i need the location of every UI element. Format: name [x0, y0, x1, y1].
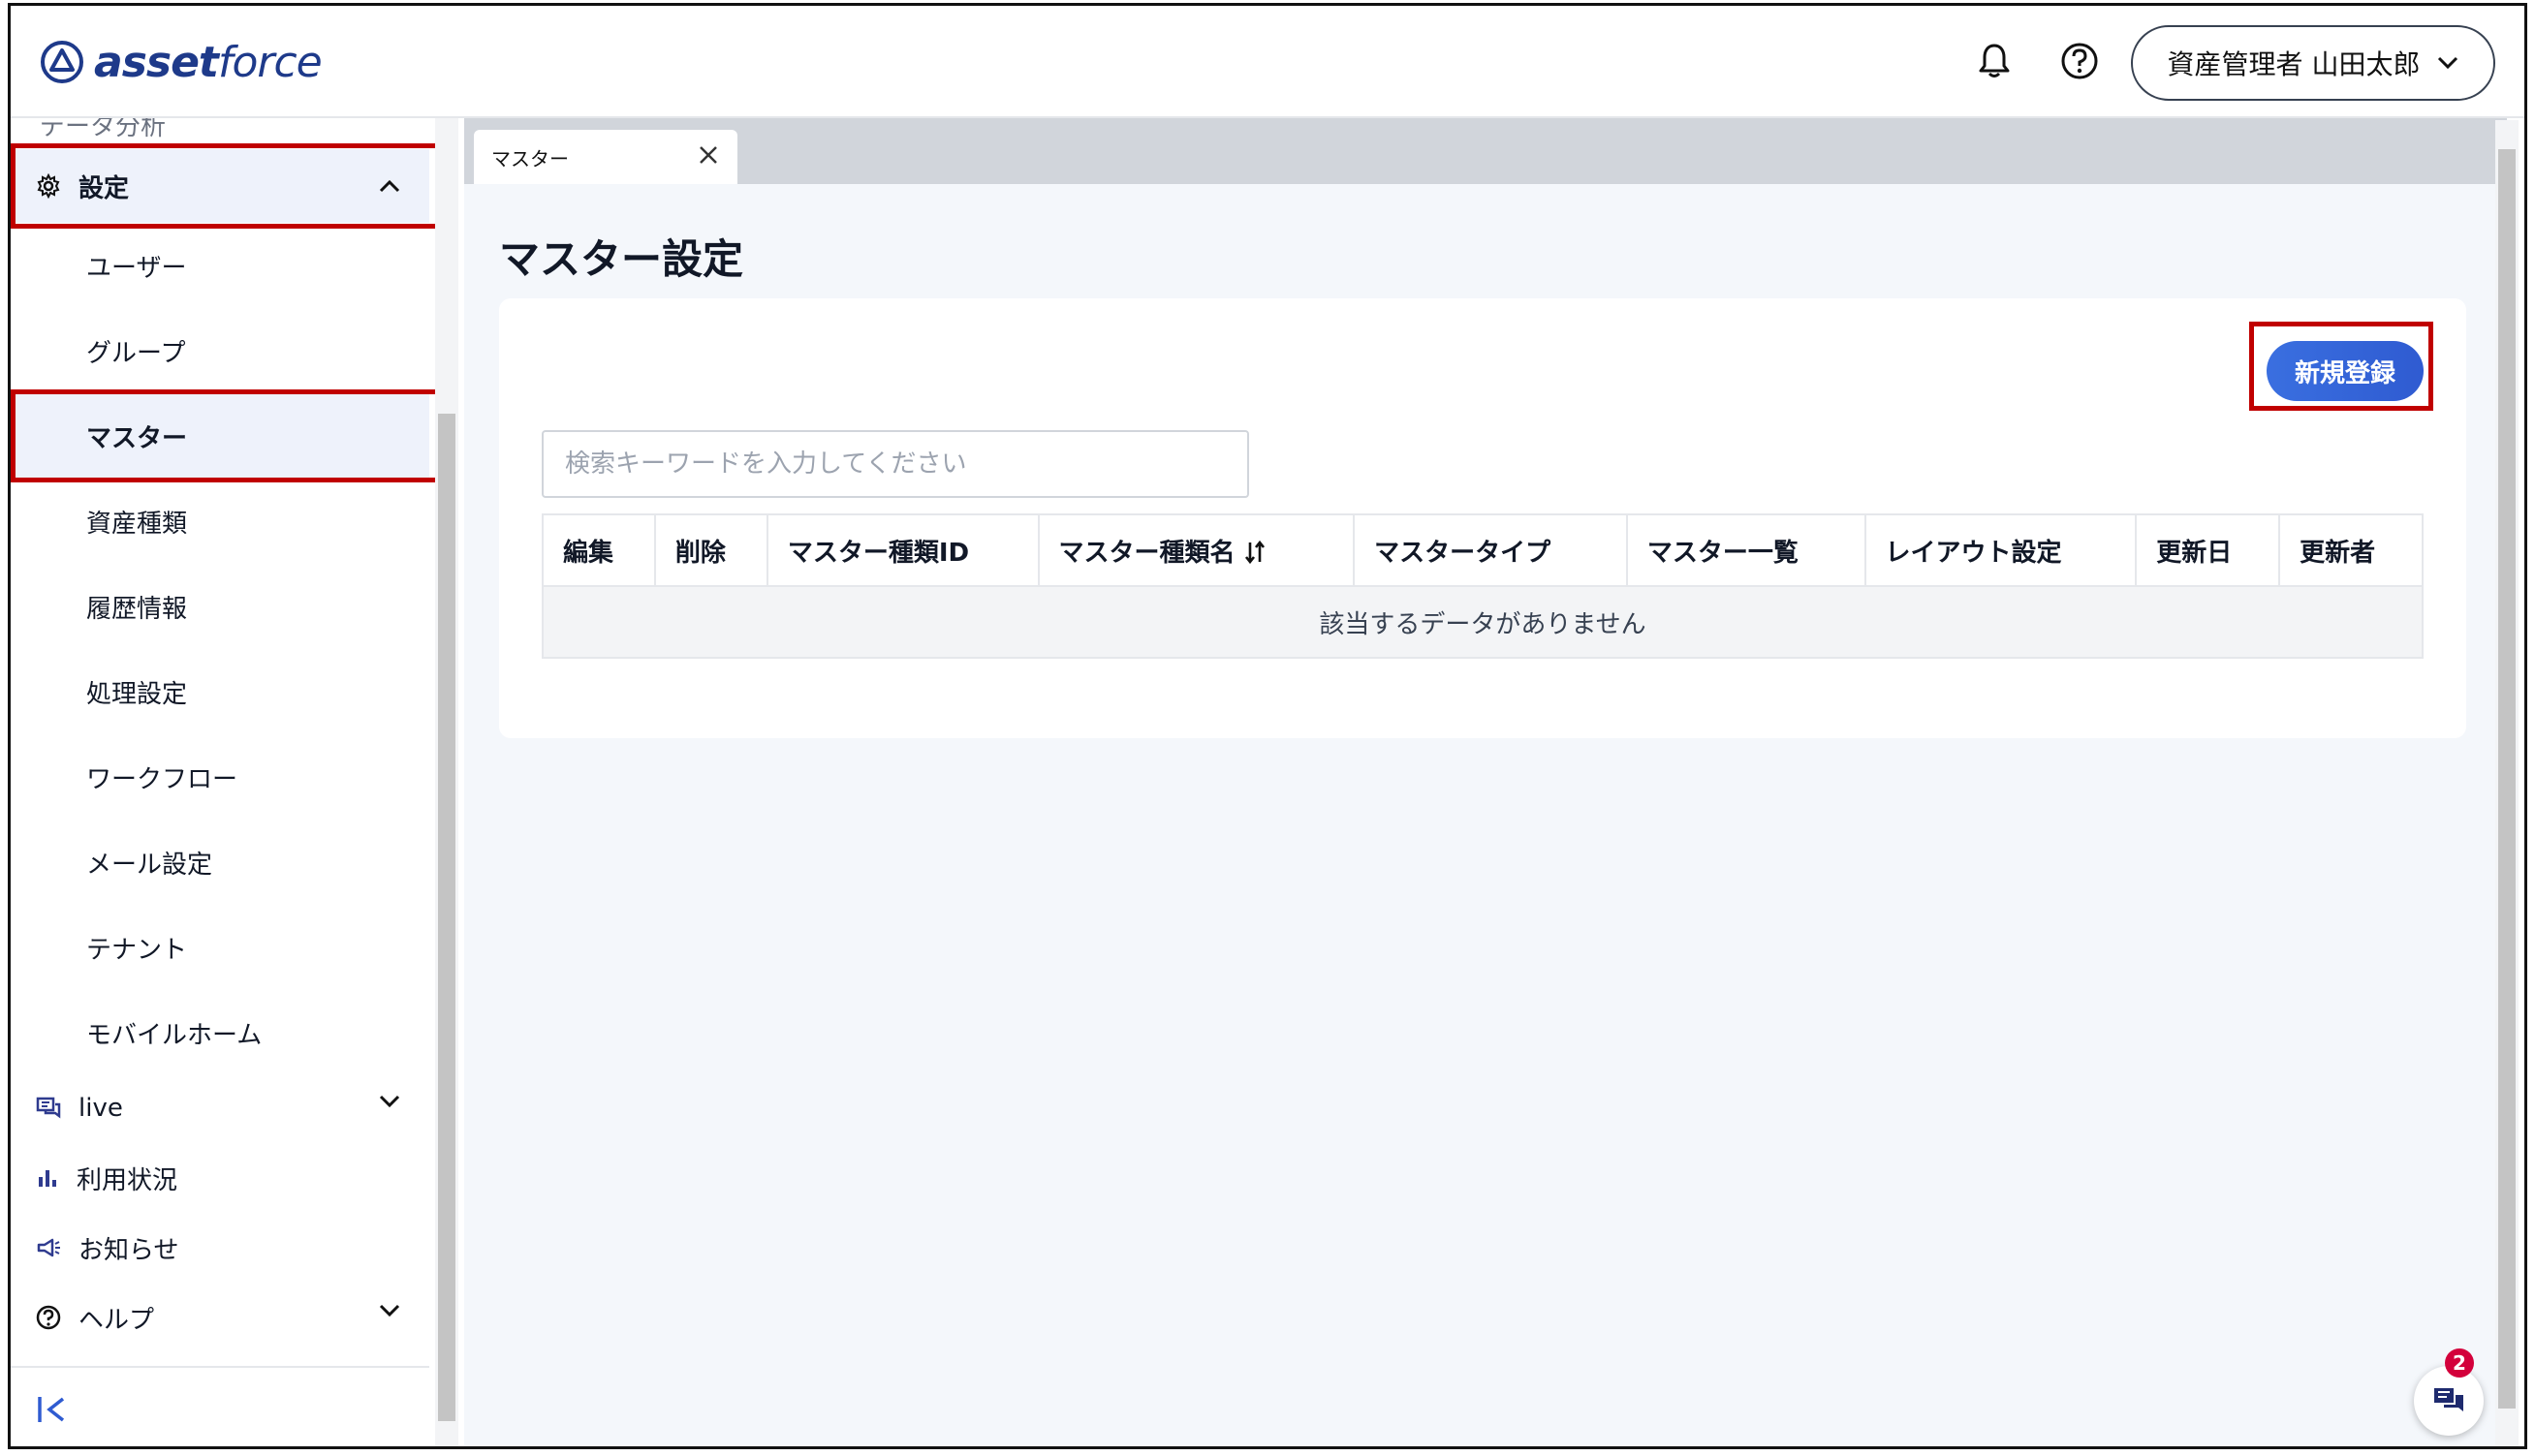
table-header-row: 編集 削除 マスター種類ID マスター種類名 マスタータイプ マスター一覧 レイ…: [542, 513, 2424, 587]
megaphone-icon: [37, 1238, 60, 1257]
col-master-type-id: マスター種類ID: [766, 513, 1040, 587]
user-name: 資産管理者 山田太郎: [2167, 48, 2421, 80]
logo-text: assetforce: [94, 37, 323, 87]
new-register-button[interactable]: 新規登録: [2267, 341, 2424, 401]
sidebar-footer: [11, 1366, 429, 1446]
chat-icon: [2434, 1388, 2463, 1411]
collapse-sidebar-icon[interactable]: [36, 1395, 69, 1424]
sidebar-item-mail-settings[interactable]: メール設定: [11, 820, 429, 905]
col-updated-by: 更新者: [2278, 513, 2424, 587]
master-table: 編集 削除 マスター種類ID マスター種類名 マスタータイプ マスター一覧 レイ…: [542, 513, 2424, 659]
chevron-down-icon: [379, 1304, 400, 1317]
master-list-card: 新規登録 編集 削除 マスター種類ID マスター種類名 マスタータイプ マスター…: [499, 298, 2466, 738]
assetforce-logo[interactable]: assetforce: [40, 33, 323, 91]
sidebar-scrollbar-thumb[interactable]: [438, 414, 455, 1421]
chat-bubbles-icon: [36, 1097, 61, 1119]
sidebar-item-tenant[interactable]: テナント: [11, 905, 429, 990]
tab-master[interactable]: マスター: [474, 130, 737, 184]
sidebar-item-settings-label: 設定: [78, 173, 130, 203]
sidebar-item-asset-types[interactable]: 資産種類: [11, 479, 429, 564]
chat-button[interactable]: [2414, 1366, 2484, 1436]
help-circle-icon: [36, 1305, 61, 1330]
tab-master-label: マスター: [491, 146, 569, 170]
sidebar-item-usage[interactable]: 利用状況: [11, 1143, 429, 1213]
col-updated-date: 更新日: [2135, 513, 2281, 587]
bell-icon[interactable]: [1970, 37, 2019, 85]
sidebar-item-master[interactable]: マスター: [11, 393, 429, 479]
page-title: マスター設定: [499, 235, 744, 283]
bar-chart-icon: [39, 1170, 56, 1187]
help-icon[interactable]: [2055, 37, 2104, 85]
col-master-type-name[interactable]: マスター種類名: [1037, 513, 1356, 587]
gear-icon: [37, 173, 60, 199]
sidebar-item-live[interactable]: live: [11, 1073, 429, 1143]
chevron-down-icon: [2438, 56, 2458, 70]
chevron-up-icon: [379, 179, 400, 193]
sidebar-item-workflow[interactable]: ワークフロー: [11, 734, 429, 820]
chevron-down-icon: [379, 1095, 400, 1108]
tab-bar: マスター: [464, 118, 2507, 184]
sidebar-item-data-analysis-partial[interactable]: データ分析: [40, 118, 166, 142]
sidebar-item-users[interactable]: ユーザー: [11, 223, 429, 308]
user-menu-button[interactable]: 資産管理者 山田太郎: [2131, 25, 2495, 101]
search-input[interactable]: [542, 430, 1249, 498]
sidebar-item-history[interactable]: 履歴情報: [11, 564, 429, 649]
sort-icon[interactable]: [1244, 540, 1266, 565]
app-window: assetforce 資産管理者 山田太郎 データ分析 設定 ユーザー グループ…: [8, 3, 2527, 1449]
sidebar-item-groups[interactable]: グループ: [11, 308, 429, 393]
sidebar-item-news[interactable]: お知らせ: [11, 1213, 429, 1283]
main-content: マスター マスター設定 新規登録 編集 削除 マスター種類ID マスター種類名: [464, 118, 2507, 1446]
sidebar-scrollbar[interactable]: [435, 118, 458, 1446]
sidebar: データ分析 設定 ユーザー グループ マスター 資産種類 履歴情報 処理設定 ワ…: [11, 118, 458, 1446]
col-edit: 編集: [542, 513, 656, 587]
col-delete: 削除: [653, 513, 768, 587]
col-layout-settings: レイアウト設定: [1863, 513, 2138, 587]
sidebar-item-process-settings[interactable]: 処理設定: [11, 649, 429, 734]
col-master-list: マスター一覧: [1625, 513, 1866, 587]
col-master-type: マスタータイプ: [1353, 513, 1628, 587]
empty-message: 該当するデータがありません: [542, 585, 2424, 659]
sidebar-scroll-area: データ分析 設定 ユーザー グループ マスター 資産種類 履歴情報 処理設定 ワ…: [11, 118, 429, 1446]
top-header: assetforce 資産管理者 山田太郎: [11, 6, 2524, 118]
logo-mark-icon: [41, 41, 83, 83]
table-row-empty: 該当するデータがありません: [542, 585, 2424, 659]
sidebar-item-help[interactable]: ヘルプ: [11, 1283, 429, 1352]
close-icon[interactable]: [697, 143, 720, 167]
main-scrollbar-thumb[interactable]: [2498, 149, 2516, 1409]
sidebar-item-settings[interactable]: 設定: [11, 149, 429, 223]
main-scrollbar[interactable]: [2495, 120, 2519, 1446]
chat-notification-badge: 2: [2445, 1348, 2474, 1378]
sidebar-item-mobile-home[interactable]: モバイルホーム: [11, 990, 429, 1075]
